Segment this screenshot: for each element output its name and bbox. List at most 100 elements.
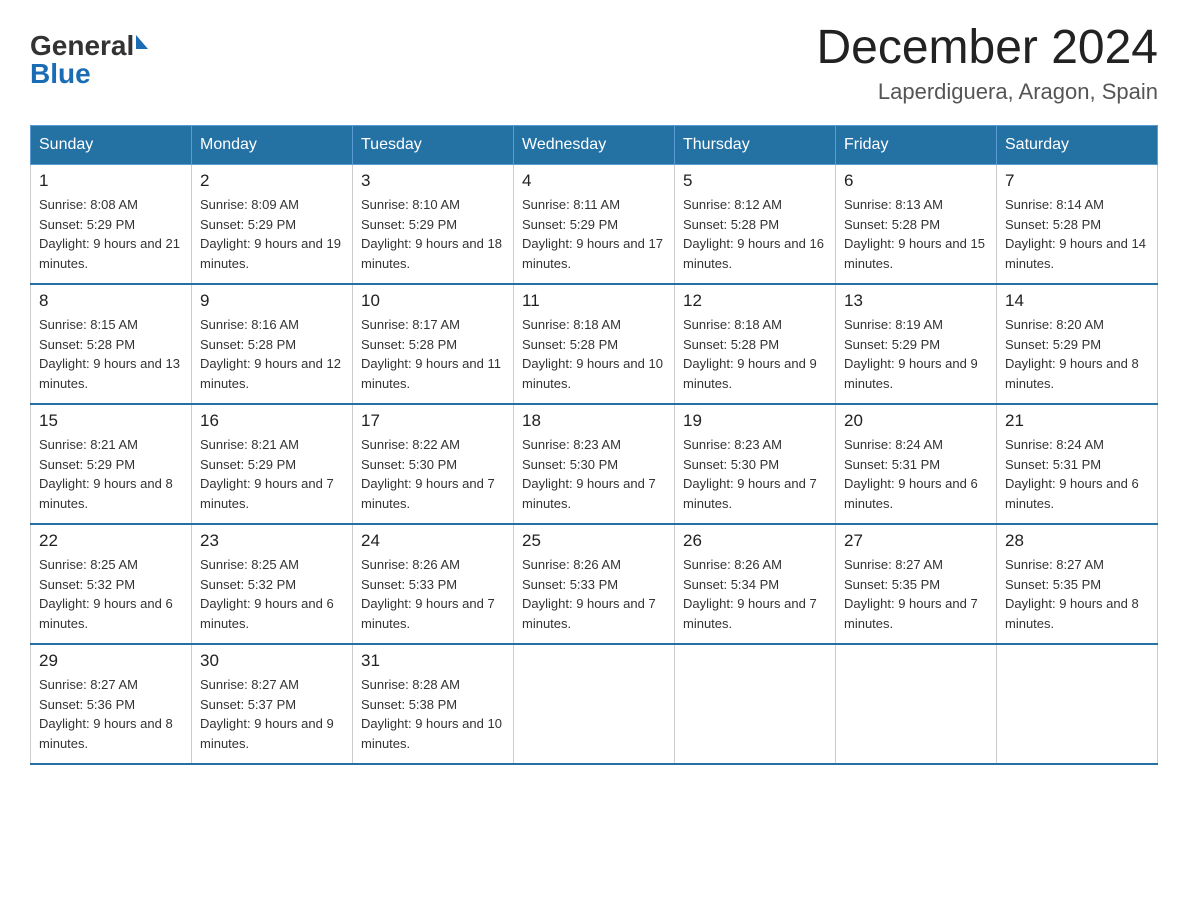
calendar-cell: 18 Sunrise: 8:23 AMSunset: 5:30 PMDaylig…	[514, 404, 675, 524]
day-number: 10	[361, 291, 505, 311]
calendar-cell: 31 Sunrise: 8:28 AMSunset: 5:38 PMDaylig…	[353, 644, 514, 764]
calendar-cell: 3 Sunrise: 8:10 AMSunset: 5:29 PMDayligh…	[353, 165, 514, 285]
day-info: Sunrise: 8:26 AMSunset: 5:33 PMDaylight:…	[522, 555, 666, 633]
day-number: 7	[1005, 171, 1149, 191]
day-number: 21	[1005, 411, 1149, 431]
calendar-cell: 12 Sunrise: 8:18 AMSunset: 5:28 PMDaylig…	[675, 284, 836, 404]
calendar-title: December 2024	[816, 20, 1158, 75]
day-number: 14	[1005, 291, 1149, 311]
logo-blue-text: Blue	[30, 58, 91, 90]
calendar-cell: 8 Sunrise: 8:15 AMSunset: 5:28 PMDayligh…	[31, 284, 192, 404]
day-number: 24	[361, 531, 505, 551]
day-info: Sunrise: 8:24 AMSunset: 5:31 PMDaylight:…	[844, 435, 988, 513]
day-info: Sunrise: 8:22 AMSunset: 5:30 PMDaylight:…	[361, 435, 505, 513]
calendar-header-row: Sunday Monday Tuesday Wednesday Thursday…	[31, 126, 1158, 165]
calendar-week-row: 15 Sunrise: 8:21 AMSunset: 5:29 PMDaylig…	[31, 404, 1158, 524]
calendar-cell: 23 Sunrise: 8:25 AMSunset: 5:32 PMDaylig…	[192, 524, 353, 644]
calendar-cell: 29 Sunrise: 8:27 AMSunset: 5:36 PMDaylig…	[31, 644, 192, 764]
calendar-cell: 19 Sunrise: 8:23 AMSunset: 5:30 PMDaylig…	[675, 404, 836, 524]
header-monday: Monday	[192, 126, 353, 165]
calendar-cell: 16 Sunrise: 8:21 AMSunset: 5:29 PMDaylig…	[192, 404, 353, 524]
calendar-cell: 7 Sunrise: 8:14 AMSunset: 5:28 PMDayligh…	[997, 165, 1158, 285]
day-info: Sunrise: 8:18 AMSunset: 5:28 PMDaylight:…	[683, 315, 827, 393]
header-wednesday: Wednesday	[514, 126, 675, 165]
calendar-cell	[514, 644, 675, 764]
day-info: Sunrise: 8:27 AMSunset: 5:36 PMDaylight:…	[39, 675, 183, 753]
day-number: 8	[39, 291, 183, 311]
day-info: Sunrise: 8:20 AMSunset: 5:29 PMDaylight:…	[1005, 315, 1149, 393]
day-number: 31	[361, 651, 505, 671]
header-thursday: Thursday	[675, 126, 836, 165]
logo: General Blue	[30, 30, 148, 90]
day-number: 4	[522, 171, 666, 191]
calendar-cell: 4 Sunrise: 8:11 AMSunset: 5:29 PMDayligh…	[514, 165, 675, 285]
day-number: 30	[200, 651, 344, 671]
header-saturday: Saturday	[997, 126, 1158, 165]
day-info: Sunrise: 8:15 AMSunset: 5:28 PMDaylight:…	[39, 315, 183, 393]
header-area: General Blue December 2024 Laperdiguera,…	[30, 20, 1158, 105]
calendar-cell: 20 Sunrise: 8:24 AMSunset: 5:31 PMDaylig…	[836, 404, 997, 524]
calendar-cell: 15 Sunrise: 8:21 AMSunset: 5:29 PMDaylig…	[31, 404, 192, 524]
header-tuesday: Tuesday	[353, 126, 514, 165]
day-number: 23	[200, 531, 344, 551]
calendar-cell: 24 Sunrise: 8:26 AMSunset: 5:33 PMDaylig…	[353, 524, 514, 644]
day-number: 19	[683, 411, 827, 431]
header-sunday: Sunday	[31, 126, 192, 165]
day-info: Sunrise: 8:12 AMSunset: 5:28 PMDaylight:…	[683, 195, 827, 273]
day-info: Sunrise: 8:27 AMSunset: 5:35 PMDaylight:…	[1005, 555, 1149, 633]
calendar-week-row: 22 Sunrise: 8:25 AMSunset: 5:32 PMDaylig…	[31, 524, 1158, 644]
day-info: Sunrise: 8:16 AMSunset: 5:28 PMDaylight:…	[200, 315, 344, 393]
day-number: 28	[1005, 531, 1149, 551]
day-info: Sunrise: 8:27 AMSunset: 5:37 PMDaylight:…	[200, 675, 344, 753]
calendar-cell: 25 Sunrise: 8:26 AMSunset: 5:33 PMDaylig…	[514, 524, 675, 644]
title-area: December 2024 Laperdiguera, Aragon, Spai…	[816, 20, 1158, 105]
day-info: Sunrise: 8:23 AMSunset: 5:30 PMDaylight:…	[683, 435, 827, 513]
calendar-cell: 11 Sunrise: 8:18 AMSunset: 5:28 PMDaylig…	[514, 284, 675, 404]
calendar-cell: 6 Sunrise: 8:13 AMSunset: 5:28 PMDayligh…	[836, 165, 997, 285]
day-number: 29	[39, 651, 183, 671]
day-info: Sunrise: 8:27 AMSunset: 5:35 PMDaylight:…	[844, 555, 988, 633]
day-number: 17	[361, 411, 505, 431]
day-info: Sunrise: 8:08 AMSunset: 5:29 PMDaylight:…	[39, 195, 183, 273]
calendar-cell: 30 Sunrise: 8:27 AMSunset: 5:37 PMDaylig…	[192, 644, 353, 764]
calendar-cell: 9 Sunrise: 8:16 AMSunset: 5:28 PMDayligh…	[192, 284, 353, 404]
day-info: Sunrise: 8:26 AMSunset: 5:34 PMDaylight:…	[683, 555, 827, 633]
day-number: 18	[522, 411, 666, 431]
calendar-cell: 21 Sunrise: 8:24 AMSunset: 5:31 PMDaylig…	[997, 404, 1158, 524]
day-info: Sunrise: 8:21 AMSunset: 5:29 PMDaylight:…	[39, 435, 183, 513]
calendar-cell: 10 Sunrise: 8:17 AMSunset: 5:28 PMDaylig…	[353, 284, 514, 404]
day-number: 16	[200, 411, 344, 431]
day-info: Sunrise: 8:18 AMSunset: 5:28 PMDaylight:…	[522, 315, 666, 393]
calendar-cell: 17 Sunrise: 8:22 AMSunset: 5:30 PMDaylig…	[353, 404, 514, 524]
day-number: 9	[200, 291, 344, 311]
day-info: Sunrise: 8:28 AMSunset: 5:38 PMDaylight:…	[361, 675, 505, 753]
day-number: 3	[361, 171, 505, 191]
header-friday: Friday	[836, 126, 997, 165]
day-info: Sunrise: 8:10 AMSunset: 5:29 PMDaylight:…	[361, 195, 505, 273]
day-number: 26	[683, 531, 827, 551]
day-info: Sunrise: 8:19 AMSunset: 5:29 PMDaylight:…	[844, 315, 988, 393]
day-number: 22	[39, 531, 183, 551]
day-number: 13	[844, 291, 988, 311]
day-number: 2	[200, 171, 344, 191]
day-number: 12	[683, 291, 827, 311]
day-info: Sunrise: 8:23 AMSunset: 5:30 PMDaylight:…	[522, 435, 666, 513]
calendar-week-row: 1 Sunrise: 8:08 AMSunset: 5:29 PMDayligh…	[31, 165, 1158, 285]
calendar-table: Sunday Monday Tuesday Wednesday Thursday…	[30, 125, 1158, 765]
calendar-week-row: 29 Sunrise: 8:27 AMSunset: 5:36 PMDaylig…	[31, 644, 1158, 764]
day-number: 25	[522, 531, 666, 551]
day-number: 1	[39, 171, 183, 191]
calendar-week-row: 8 Sunrise: 8:15 AMSunset: 5:28 PMDayligh…	[31, 284, 1158, 404]
day-number: 11	[522, 291, 666, 311]
day-info: Sunrise: 8:14 AMSunset: 5:28 PMDaylight:…	[1005, 195, 1149, 273]
calendar-cell: 14 Sunrise: 8:20 AMSunset: 5:29 PMDaylig…	[997, 284, 1158, 404]
day-number: 15	[39, 411, 183, 431]
day-info: Sunrise: 8:25 AMSunset: 5:32 PMDaylight:…	[39, 555, 183, 633]
calendar-cell	[836, 644, 997, 764]
day-info: Sunrise: 8:24 AMSunset: 5:31 PMDaylight:…	[1005, 435, 1149, 513]
day-number: 5	[683, 171, 827, 191]
calendar-cell: 1 Sunrise: 8:08 AMSunset: 5:29 PMDayligh…	[31, 165, 192, 285]
calendar-cell	[675, 644, 836, 764]
day-info: Sunrise: 8:09 AMSunset: 5:29 PMDaylight:…	[200, 195, 344, 273]
calendar-cell: 27 Sunrise: 8:27 AMSunset: 5:35 PMDaylig…	[836, 524, 997, 644]
